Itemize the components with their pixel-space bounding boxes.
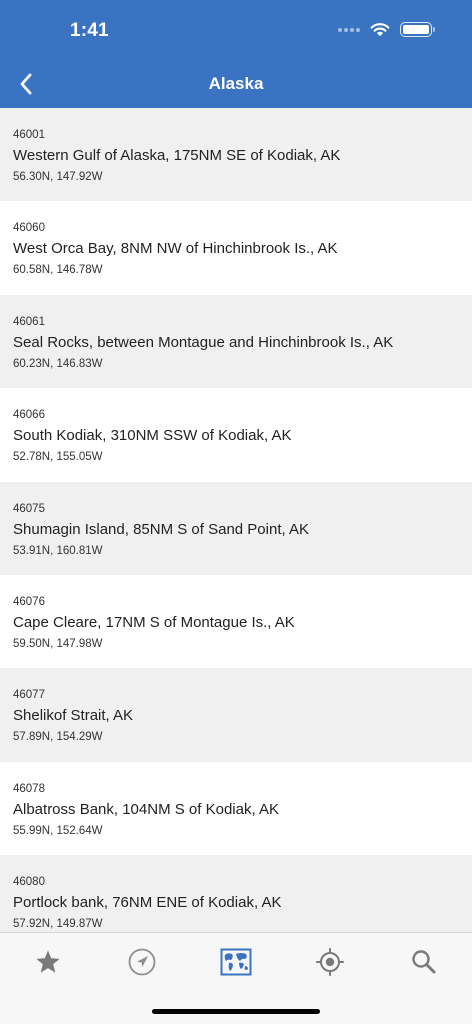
list-item[interactable]: 46080 Portlock bank, 76NM ENE of Kodiak,…: [0, 855, 472, 932]
station-id: 46066: [13, 409, 45, 422]
tab-search[interactable]: [404, 945, 444, 979]
tab-map[interactable]: [216, 945, 256, 979]
station-coords: 56.30N, 147.92W: [13, 171, 103, 183]
tab-location[interactable]: [310, 945, 350, 979]
cellular-signal-icon: [338, 27, 360, 32]
list-item[interactable]: 46075 Shumagin Island, 85NM S of Sand Po…: [0, 481, 472, 575]
home-indicator: [152, 1009, 320, 1014]
tab-favorites[interactable]: [28, 945, 68, 979]
station-name: Shumagin Island, 85NM S of Sand Point, A…: [13, 520, 310, 538]
station-list[interactable]: 46001 Western Gulf of Alaska, 175NM SE o…: [0, 108, 472, 932]
station-coords: 57.92N, 149.87W: [13, 918, 103, 931]
station-coords: 53.91N, 160.81W: [13, 544, 103, 557]
list-item[interactable]: 46001 Western Gulf of Alaska, 175NM SE o…: [0, 108, 472, 202]
station-coords: 52.78N, 155.05W: [13, 451, 103, 464]
page-title: Alaska: [208, 74, 264, 93]
station-id: 46060: [13, 222, 45, 235]
station-id: 46076: [13, 595, 45, 608]
list-item[interactable]: 46077 Shelikof Strait, AK 57.89N, 154.29…: [0, 668, 472, 762]
station-name: Shelikof Strait, AK: [13, 707, 134, 725]
list-item[interactable]: 46076 Cape Cleare, 17NM S of Montague Is…: [0, 574, 472, 669]
station-name: West Orca Bay, 8NM NW of Hinchinbrook Is…: [13, 240, 338, 258]
station-name: South Kodiak, 310NM SSW of Kodiak, AK: [13, 427, 292, 445]
star-icon: [36, 950, 60, 973]
header: 1:41 Alaska: [0, 0, 472, 108]
tab-nearby[interactable]: [122, 945, 162, 979]
map-icon: [220, 948, 252, 976]
station-name: Portlock bank, 76NM ENE of Kodiak, AK: [13, 894, 282, 912]
station-name: Cape Cleare, 17NM S of Montague Is., AK: [13, 613, 295, 631]
station-id: 46080: [13, 876, 45, 889]
list-item[interactable]: 46060 West Orca Bay, 8NM NW of Hinchinbr…: [0, 201, 472, 295]
station-coords: 60.23N, 146.83W: [13, 357, 103, 370]
station-id: 46078: [13, 782, 45, 795]
station-coords: 55.99N, 152.64W: [13, 824, 103, 837]
station-id: 46075: [13, 502, 45, 515]
status-time: 1:41: [70, 20, 109, 41]
wifi-icon: [370, 23, 390, 37]
battery-icon: [400, 22, 435, 37]
navigation-arrow-icon: [128, 948, 156, 976]
list-item[interactable]: 46061 Seal Rocks, between Montague and H…: [0, 294, 472, 389]
app-screen: 1:41 Alaska 46001 Western Gulf of Alaska…: [0, 0, 472, 1024]
station-coords: 60.58N, 146.78W: [13, 264, 103, 277]
list-item[interactable]: 46078 Albatross Bank, 104NM S of Kodiak,…: [0, 761, 472, 856]
station-name: Western Gulf of Alaska, 175NM SE of Kodi…: [13, 147, 341, 164]
location-target-icon: [316, 948, 344, 976]
station-coords: 59.50N, 147.98W: [13, 637, 103, 650]
station-name: Albatross Bank, 104NM S of Kodiak, AK: [13, 800, 279, 818]
list-item[interactable]: 46066 South Kodiak, 310NM SSW of Kodiak,…: [0, 388, 472, 482]
status-indicators: [338, 22, 435, 37]
station-name: Seal Rocks, between Montague and Hinchin…: [13, 333, 394, 351]
station-coords: 57.89N, 154.29W: [13, 731, 103, 744]
station-id: 46061: [13, 315, 45, 328]
station-id: 46077: [13, 689, 45, 702]
search-icon: [412, 950, 436, 974]
station-id: 46001: [13, 129, 45, 141]
